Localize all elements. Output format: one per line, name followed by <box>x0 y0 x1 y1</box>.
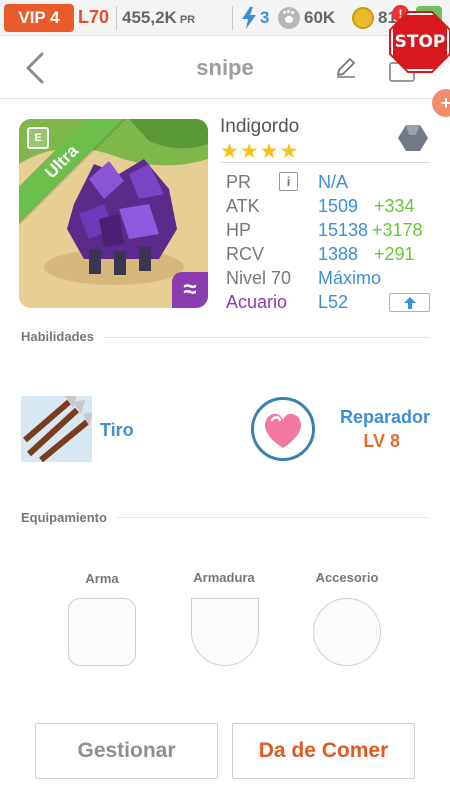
element-tag-icon: E <box>27 127 49 149</box>
stat-value-aquarium: L52 <box>318 292 349 312</box>
passive-level: LV 8 <box>363 431 400 451</box>
arrows-ability-icon[interactable] <box>21 396 92 462</box>
divider <box>104 337 430 338</box>
weapon-slot[interactable] <box>68 598 136 666</box>
stat-label-rcv: RCV <box>226 244 265 264</box>
water-element-icon: ≈ <box>172 272 208 308</box>
gem-icon[interactable] <box>396 123 430 153</box>
stat-label-aquarium: Acuario <box>226 292 288 312</box>
divider <box>220 162 430 163</box>
equipment-label-accessory: Accesorio <box>315 570 379 585</box>
divider <box>116 6 117 30</box>
lightning-icon <box>242 7 256 29</box>
creature-portrait[interactable]: Ultra E ≈ <box>19 119 208 308</box>
accessory-slot[interactable] <box>313 598 381 666</box>
stat-value-hp: 15138 <box>318 220 369 240</box>
power-value: 455,2K <box>122 8 177 27</box>
stat-label-hp: HP <box>226 220 252 240</box>
stat-value-rcv: 1388 <box>318 244 359 264</box>
stat-label-level: Nivel 70 <box>226 268 292 288</box>
power-unit: PR <box>179 14 196 26</box>
page-header: snipe <box>0 37 450 99</box>
stat-bonus-hp: +3178 <box>372 220 423 240</box>
vip-badge[interactable]: VIP 4 <box>4 4 74 32</box>
section-title-abilities: Habilidades <box>21 329 94 344</box>
arrow-up-icon <box>403 296 416 309</box>
section-title-equipment: Equipamiento <box>21 510 107 525</box>
creature-name: Indigordo <box>220 116 300 137</box>
coin-icon <box>352 7 374 29</box>
stat-value-pr: N/A <box>318 172 349 192</box>
stat-bonus-atk: +334 <box>374 196 415 216</box>
energy-counter[interactable]: 3 <box>240 7 269 29</box>
paw-icon <box>278 7 300 29</box>
pencil-icon[interactable] <box>334 55 358 79</box>
paw-counter[interactable]: 60K <box>278 7 335 29</box>
armor-slot[interactable] <box>191 598 259 666</box>
divider <box>232 6 233 30</box>
stat-label-atk: ATK <box>226 196 260 216</box>
page-title: snipe <box>196 55 254 80</box>
upgrade-button[interactable] <box>389 293 430 312</box>
paw-value: 60K <box>304 8 336 27</box>
ability-name[interactable]: Tiro <box>100 420 134 441</box>
status-bar: VIP 4 L70 455,2K PR 3 60K 81 ! <box>0 0 450 36</box>
power-rating: 455,2K PR <box>122 8 195 28</box>
stat-bonus-rcv: +291 <box>374 244 415 264</box>
energy-value: 3 <box>260 8 270 27</box>
passive-name[interactable]: Reparador <box>300 407 430 428</box>
feed-button[interactable]: Da de Comer <box>232 723 415 779</box>
star-rating: ★★★★ <box>220 140 300 163</box>
divider <box>117 517 430 518</box>
coin-counter[interactable]: 81 <box>352 7 397 29</box>
stat-label-pr: PR <box>226 172 252 192</box>
equipment-label-armor: Armadura <box>193 570 255 585</box>
player-level: L70 <box>78 7 110 27</box>
stat-value-level: Máximo <box>318 268 382 288</box>
info-icon[interactable]: i <box>279 172 298 191</box>
equipment-label-weapon: Arma <box>85 571 119 586</box>
stat-value-atk: 1509 <box>318 196 359 216</box>
manage-button[interactable]: Gestionar <box>35 723 218 779</box>
orange-plus-icon[interactable]: + <box>432 89 450 117</box>
